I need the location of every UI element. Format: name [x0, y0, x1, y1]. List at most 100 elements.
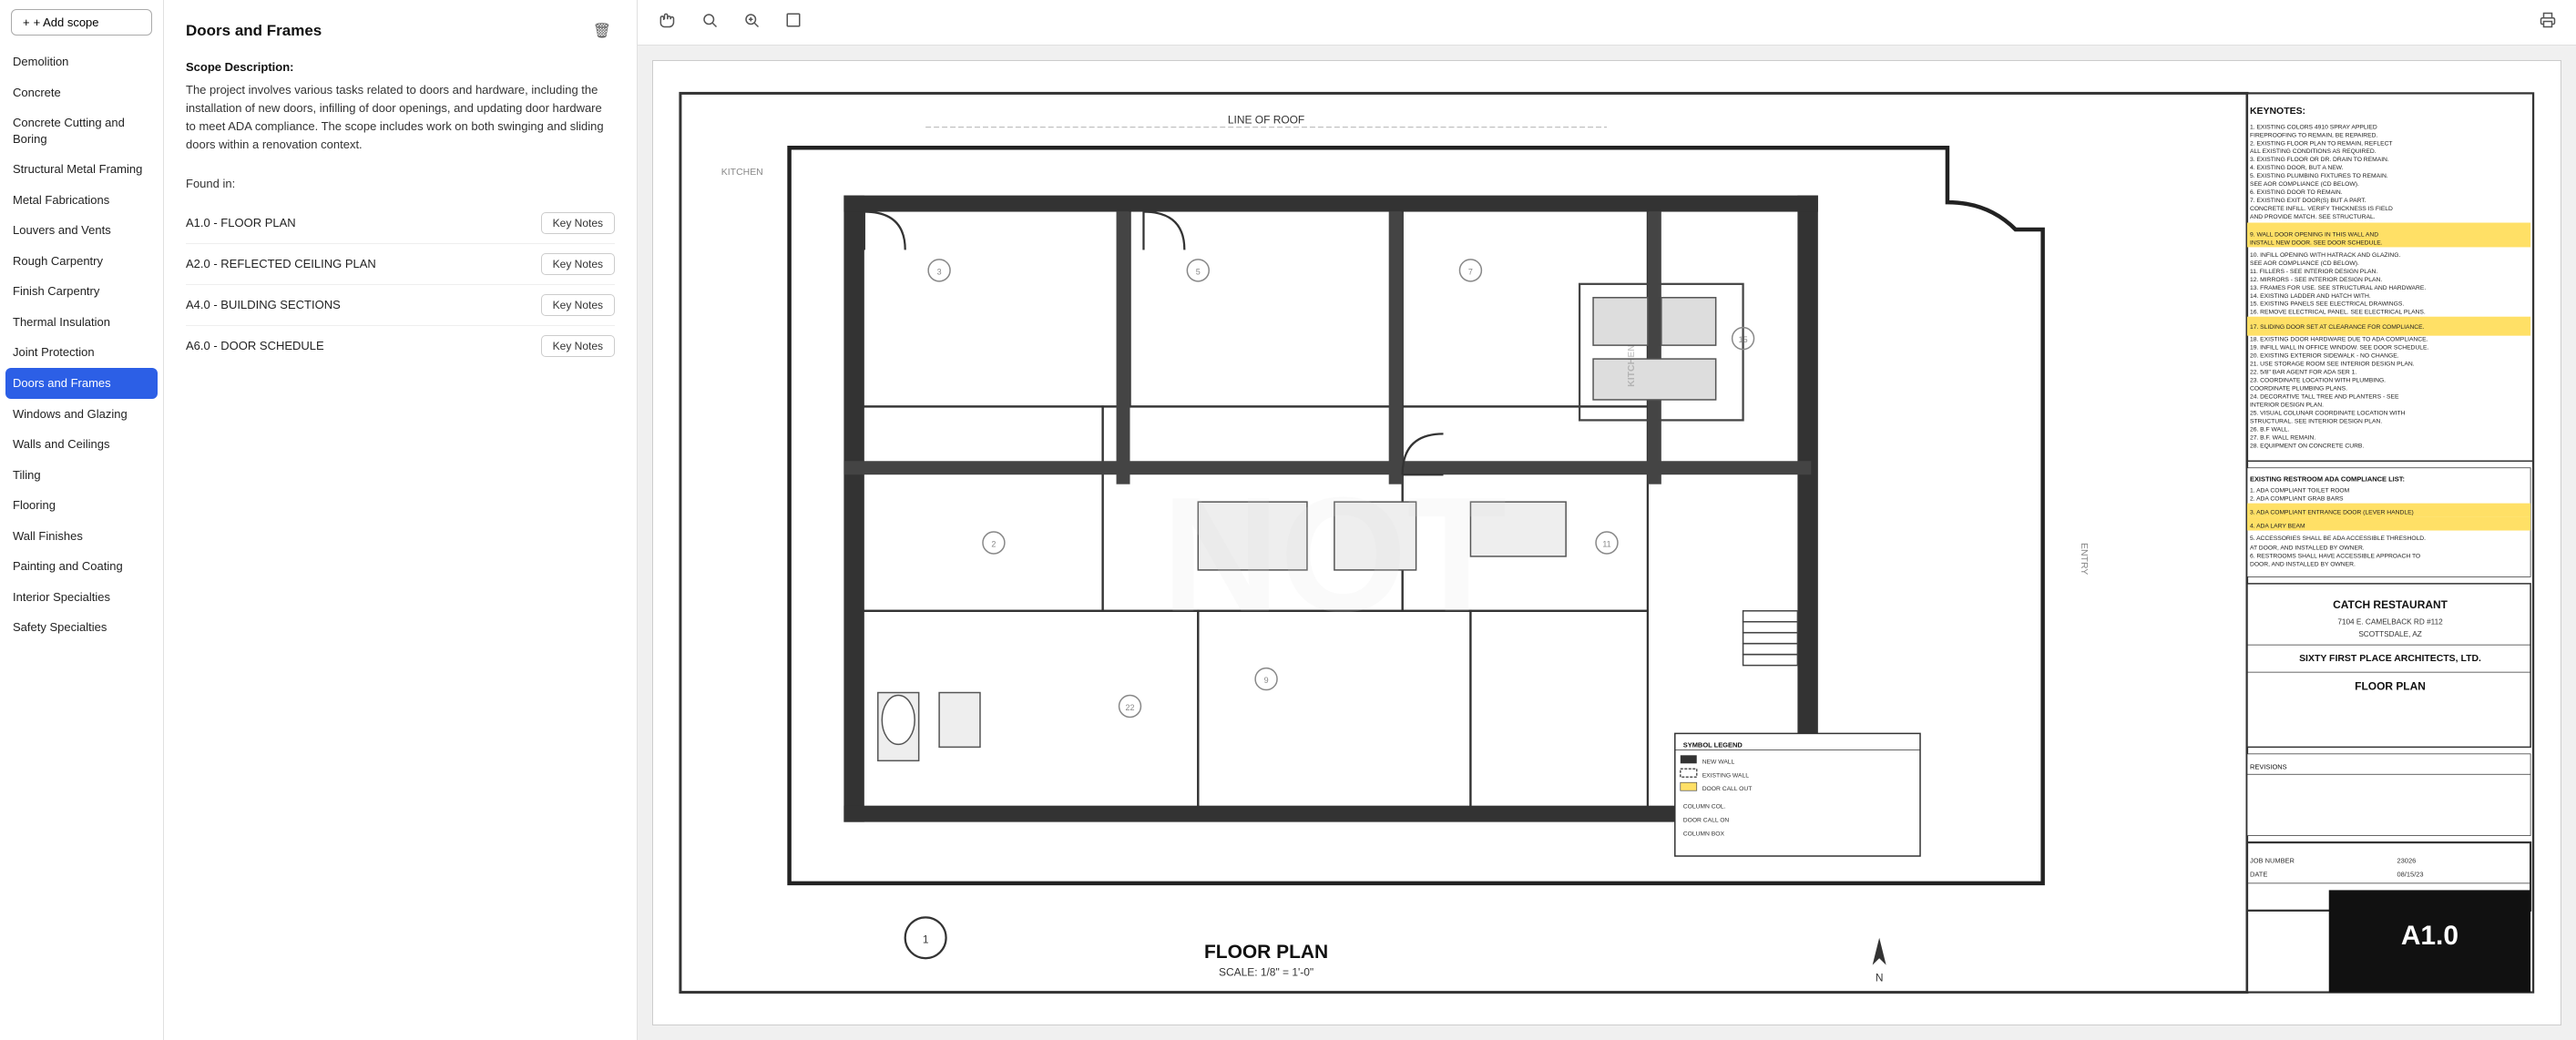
plus-icon: + — [23, 15, 30, 29]
fullscreen-tool-button[interactable] — [780, 8, 807, 36]
found-item: A6.0 - DOOR SCHEDULE Key Notes — [186, 326, 615, 366]
svg-text:26. B.F WALL.: 26. B.F WALL. — [2250, 426, 2290, 433]
svg-text:7. EXISTING EXIT DOOR(S) BUT A: 7. EXISTING EXIT DOOR(S) BUT A PART. — [2250, 198, 2366, 204]
svg-text:19. INFILL WALL IN OFFICE WIND: 19. INFILL WALL IN OFFICE WINDOW. SEE DO… — [2250, 345, 2429, 352]
svg-text:5. ACCESSORIES SHALL BE ADA AC: 5. ACCESSORIES SHALL BE ADA ACCESSIBLE T… — [2250, 535, 2426, 542]
svg-text:A1.0: A1.0 — [2401, 921, 2458, 951]
sidebar-item-safety-specialties[interactable]: Safety Specialties — [0, 612, 163, 643]
sidebar-item-doors-and-frames[interactable]: Doors and Frames — [5, 368, 158, 399]
svg-text:24. DECORATIVE TALL TREE AND P: 24. DECORATIVE TALL TREE AND PLANTERS - … — [2250, 393, 2399, 400]
sidebar-item-rough-carpentry[interactable]: Rough Carpentry — [0, 246, 163, 277]
zoom-in-tool-button[interactable] — [738, 8, 765, 36]
key-notes-button[interactable]: Key Notes — [541, 212, 615, 234]
sidebar-item-concrete-cutting-and-boring[interactable]: Concrete Cutting and Boring — [0, 107, 163, 154]
svg-text:N: N — [1876, 972, 1884, 984]
svg-text:5. EXISTING PLUMBING FIXTURES: 5. EXISTING PLUMBING FIXTURES TO REMAIN. — [2250, 173, 2388, 179]
delete-button[interactable]: 🗑 — [589, 18, 615, 44]
key-notes-button[interactable]: Key Notes — [541, 294, 615, 316]
svg-text:2. ADA COMPLIANT GRAB BARS: 2. ADA COMPLIANT GRAB BARS — [2250, 496, 2344, 503]
svg-text:LINE OF ROOF: LINE OF ROOF — [1228, 113, 1304, 126]
hand-tool-button[interactable] — [652, 7, 681, 37]
svg-text:08/15/23: 08/15/23 — [2397, 870, 2424, 878]
scope-description-label: Scope Description: — [186, 60, 615, 74]
sidebar-item-demolition[interactable]: Demolition — [0, 46, 163, 77]
svg-text:NOT: NOT — [1161, 464, 1507, 647]
print-button[interactable] — [2534, 8, 2561, 36]
key-notes-button[interactable]: Key Notes — [541, 253, 615, 275]
main-panel: Doors and Frames 🗑 Scope Description: Th… — [164, 0, 638, 1040]
svg-text:23026: 23026 — [2397, 856, 2417, 864]
sidebar-item-tiling[interactable]: Tiling — [0, 460, 163, 491]
svg-text:1. ADA COMPLIANT TOILET ROOM: 1. ADA COMPLIANT TOILET ROOM — [2250, 488, 2350, 495]
svg-text:NEW WALL: NEW WALL — [1702, 759, 1735, 765]
sidebar-item-walls-and-ceilings[interactable]: Walls and Ceilings — [0, 429, 163, 460]
svg-text:SIXTY FIRST PLACE ARCHITECTS,: SIXTY FIRST PLACE ARCHITECTS, LTD. — [2299, 654, 2481, 664]
sidebar-item-concrete[interactable]: Concrete — [0, 77, 163, 108]
svg-text:DOOR CALL ON: DOOR CALL ON — [1683, 818, 1730, 824]
svg-text:DOOR, AND INSTALLED BY OWNER.: DOOR, AND INSTALLED BY OWNER. — [2250, 561, 2356, 567]
svg-text:AT DOOR, AND INSTALLED BY OWNE: AT DOOR, AND INSTALLED BY OWNER. — [2250, 545, 2365, 551]
sidebar-item-wall-finishes[interactable]: Wall Finishes — [0, 521, 163, 552]
sidebar-item-structural-metal-framing[interactable]: Structural Metal Framing — [0, 154, 163, 185]
svg-text:9. WALL DOOR OPENING IN THIS W: 9. WALL DOOR OPENING IN THIS WALL AND — [2250, 231, 2378, 238]
svg-text:KITCHEN: KITCHEN — [721, 168, 763, 178]
svg-text:18. EXISTING DOOR HARDWARE DUE: 18. EXISTING DOOR HARDWARE DUE TO ADA CO… — [2250, 337, 2428, 343]
svg-text:15. EXISTING PANELS SEE ELECTR: 15. EXISTING PANELS SEE ELECTRICAL DRAWI… — [2250, 301, 2404, 308]
found-item-name: A1.0 - FLOOR PLAN — [186, 216, 296, 229]
svg-text:3. ADA COMPLIANT ENTRANCE DOOR: 3. ADA COMPLIANT ENTRANCE DOOR (LEVER HA… — [2250, 510, 2414, 516]
svg-text:13. FRAMES FOR USE. SEE STRUCT: 13. FRAMES FOR USE. SEE STRUCTURAL AND H… — [2250, 285, 2426, 291]
svg-text:FIREPROOFING TO REMAIN, BE REP: FIREPROOFING TO REMAIN, BE REPAIRED. — [2250, 132, 2378, 138]
sidebar-item-joint-protection[interactable]: Joint Protection — [0, 337, 163, 368]
svg-text:KITCHEN: KITCHEN — [1627, 344, 1637, 387]
sidebar-item-interior-specialties[interactable]: Interior Specialties — [0, 582, 163, 613]
svg-text:SEE AOR COMPLIANCE (CD BELOW).: SEE AOR COMPLIANCE (CD BELOW). — [2250, 181, 2359, 188]
trash-icon: 🗑 — [593, 24, 611, 39]
blueprint-panel: KEYNOTES: 1. EXISTING COLORS 4910 SPRAY … — [638, 0, 2576, 1040]
svg-text:COLUMN BOX: COLUMN BOX — [1683, 831, 1725, 838]
svg-text:FLOOR PLAN: FLOOR PLAN — [2355, 680, 2426, 693]
svg-text:3: 3 — [937, 267, 942, 276]
svg-text:11: 11 — [1602, 539, 1610, 548]
svg-text:REVISIONS: REVISIONS — [2250, 762, 2287, 770]
sidebar-item-finish-carpentry[interactable]: Finish Carpentry — [0, 276, 163, 307]
svg-text:SCALE: 1/8" = 1'-0": SCALE: 1/8" = 1'-0" — [1219, 966, 1314, 979]
found-items-list: A1.0 - FLOOR PLANKey NotesA2.0 - REFLECT… — [186, 203, 615, 366]
main-title: Doors and Frames — [186, 22, 322, 40]
svg-text:CONCRETE INFILL. VERIFY THICKN: CONCRETE INFILL. VERIFY THICKNESS IS FIE… — [2250, 206, 2393, 212]
svg-text:STRUCTURAL. SEE INTERIOR DESIG: STRUCTURAL. SEE INTERIOR DESIGN PLAN. — [2250, 418, 2382, 424]
sidebar-item-painting-and-coating[interactable]: Painting and Coating — [0, 551, 163, 582]
svg-text:AND PROVIDE MATCH. SEE STRUCTU: AND PROVIDE MATCH. SEE STRUCTURAL. — [2250, 214, 2376, 220]
found-item-name: A6.0 - DOOR SCHEDULE — [186, 339, 324, 352]
svg-text:3. EXISTING FLOOR OR DR. DRAIN: 3. EXISTING FLOOR OR DR. DRAIN TO REMAIN… — [2250, 157, 2389, 163]
scope-description-text: The project involves various tasks relat… — [186, 81, 615, 155]
sidebar-item-metal-fabrications[interactable]: Metal Fabrications — [0, 185, 163, 216]
svg-text:6. RESTROOMS SHALL HAVE ACCESS: 6. RESTROOMS SHALL HAVE ACCESSIBLE APPRO… — [2250, 553, 2420, 559]
blueprint-image: KEYNOTES: 1. EXISTING COLORS 4910 SPRAY … — [652, 60, 2561, 1025]
svg-text:23. COORDINATE LOCATION WITH P: 23. COORDINATE LOCATION WITH PLUMBING. — [2250, 378, 2386, 384]
toolbar-tools — [652, 7, 807, 37]
svg-text:28. EQUIPMENT ON CONCRETE CURB: 28. EQUIPMENT ON CONCRETE CURB. — [2250, 443, 2364, 449]
svg-text:ENTRY: ENTRY — [2079, 543, 2089, 575]
sidebar: + + Add scope DemolitionConcreteConcrete… — [0, 0, 164, 1040]
sidebar-item-windows-and-glazing[interactable]: Windows and Glazing — [0, 399, 163, 430]
svg-text:1. EXISTING COLORS 4910 SPRAY: 1. EXISTING COLORS 4910 SPRAY APPLIED — [2250, 124, 2377, 130]
svg-text:21. USE STORAGE ROOM SEE INTER: 21. USE STORAGE ROOM SEE INTERIOR DESIGN… — [2250, 362, 2415, 368]
svg-text:22: 22 — [1126, 703, 1135, 712]
svg-text:2: 2 — [991, 539, 996, 548]
found-item-name: A2.0 - REFLECTED CEILING PLAN — [186, 257, 376, 270]
found-item: A2.0 - REFLECTED CEILING PLAN Key Notes — [186, 244, 615, 285]
key-notes-button[interactable]: Key Notes — [541, 335, 615, 357]
svg-text:SYMBOL LEGEND: SYMBOL LEGEND — [1683, 740, 1743, 749]
svg-text:1: 1 — [923, 933, 929, 946]
svg-text:COLUMN COL.: COLUMN COL. — [1683, 804, 1726, 811]
svg-text:2. EXISTING FLOOR PLAN TO REMA: 2. EXISTING FLOOR PLAN TO REMAIN, REFLEC… — [2250, 140, 2393, 147]
add-scope-button[interactable]: + + Add scope — [11, 9, 152, 36]
sidebar-item-thermal-insulation[interactable]: Thermal Insulation — [0, 307, 163, 338]
svg-text:FLOOR PLAN: FLOOR PLAN — [1204, 942, 1328, 963]
sidebar-item-flooring[interactable]: Flooring — [0, 490, 163, 521]
svg-text:17. SLIDING DOOR SET AT CLEARA: 17. SLIDING DOOR SET AT CLEARANCE FOR CO… — [2250, 324, 2425, 331]
search-tool-button[interactable] — [696, 8, 723, 36]
sidebar-item-louvers-and-vents[interactable]: Louvers and Vents — [0, 215, 163, 246]
svg-text:4. EXISTING DOOR, BUT A NEW.: 4. EXISTING DOOR, BUT A NEW. — [2250, 165, 2344, 171]
svg-text:7104 E. CAMELBACK RD #112: 7104 E. CAMELBACK RD #112 — [2337, 618, 2443, 627]
